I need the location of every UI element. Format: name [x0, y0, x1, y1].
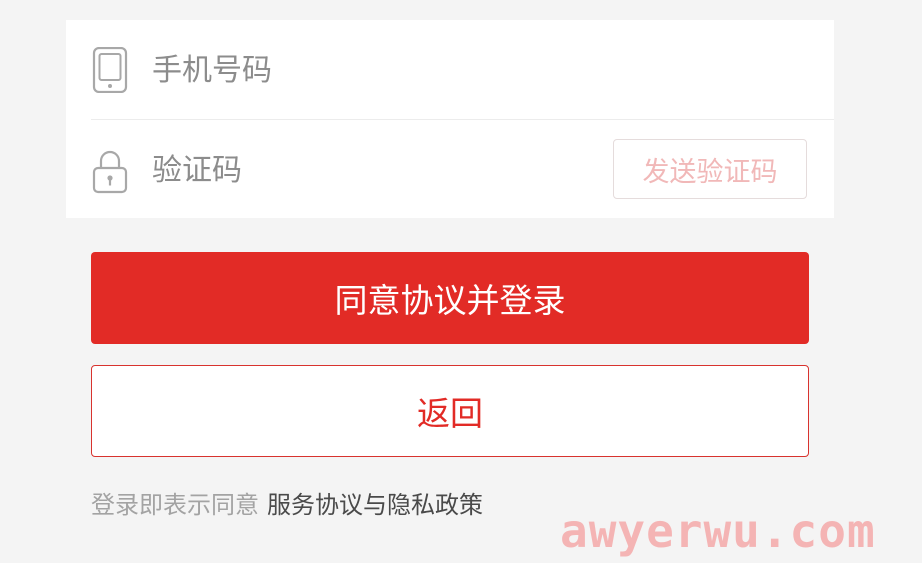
- agreement-notice: 登录即表示同意 服务协议与隐私政策: [91, 488, 483, 522]
- service-privacy-agreement-link[interactable]: 服务协议与隐私政策: [267, 491, 483, 519]
- login-form-card: 发送验证码: [66, 20, 834, 218]
- verification-code-row: 发送验证码: [66, 120, 834, 219]
- phone-number-input[interactable]: [152, 45, 592, 95]
- login-page: 发送验证码 同意协议并登录 返回 登录即表示同意服务协议与隐私政策 awyerw…: [0, 0, 922, 563]
- back-button[interactable]: 返回: [91, 365, 809, 457]
- watermark: awyerwu.com: [560, 504, 876, 558]
- agree-and-login-button[interactable]: 同意协议并登录: [91, 252, 809, 344]
- agreement-prefix-text: 登录即表示同意: [91, 491, 259, 519]
- verification-code-input[interactable]: [152, 145, 592, 195]
- phone-row: [66, 20, 834, 119]
- send-verification-code-button[interactable]: 发送验证码: [613, 139, 807, 199]
- mobile-phone-icon: [90, 46, 130, 94]
- padlock-icon: [90, 148, 130, 194]
